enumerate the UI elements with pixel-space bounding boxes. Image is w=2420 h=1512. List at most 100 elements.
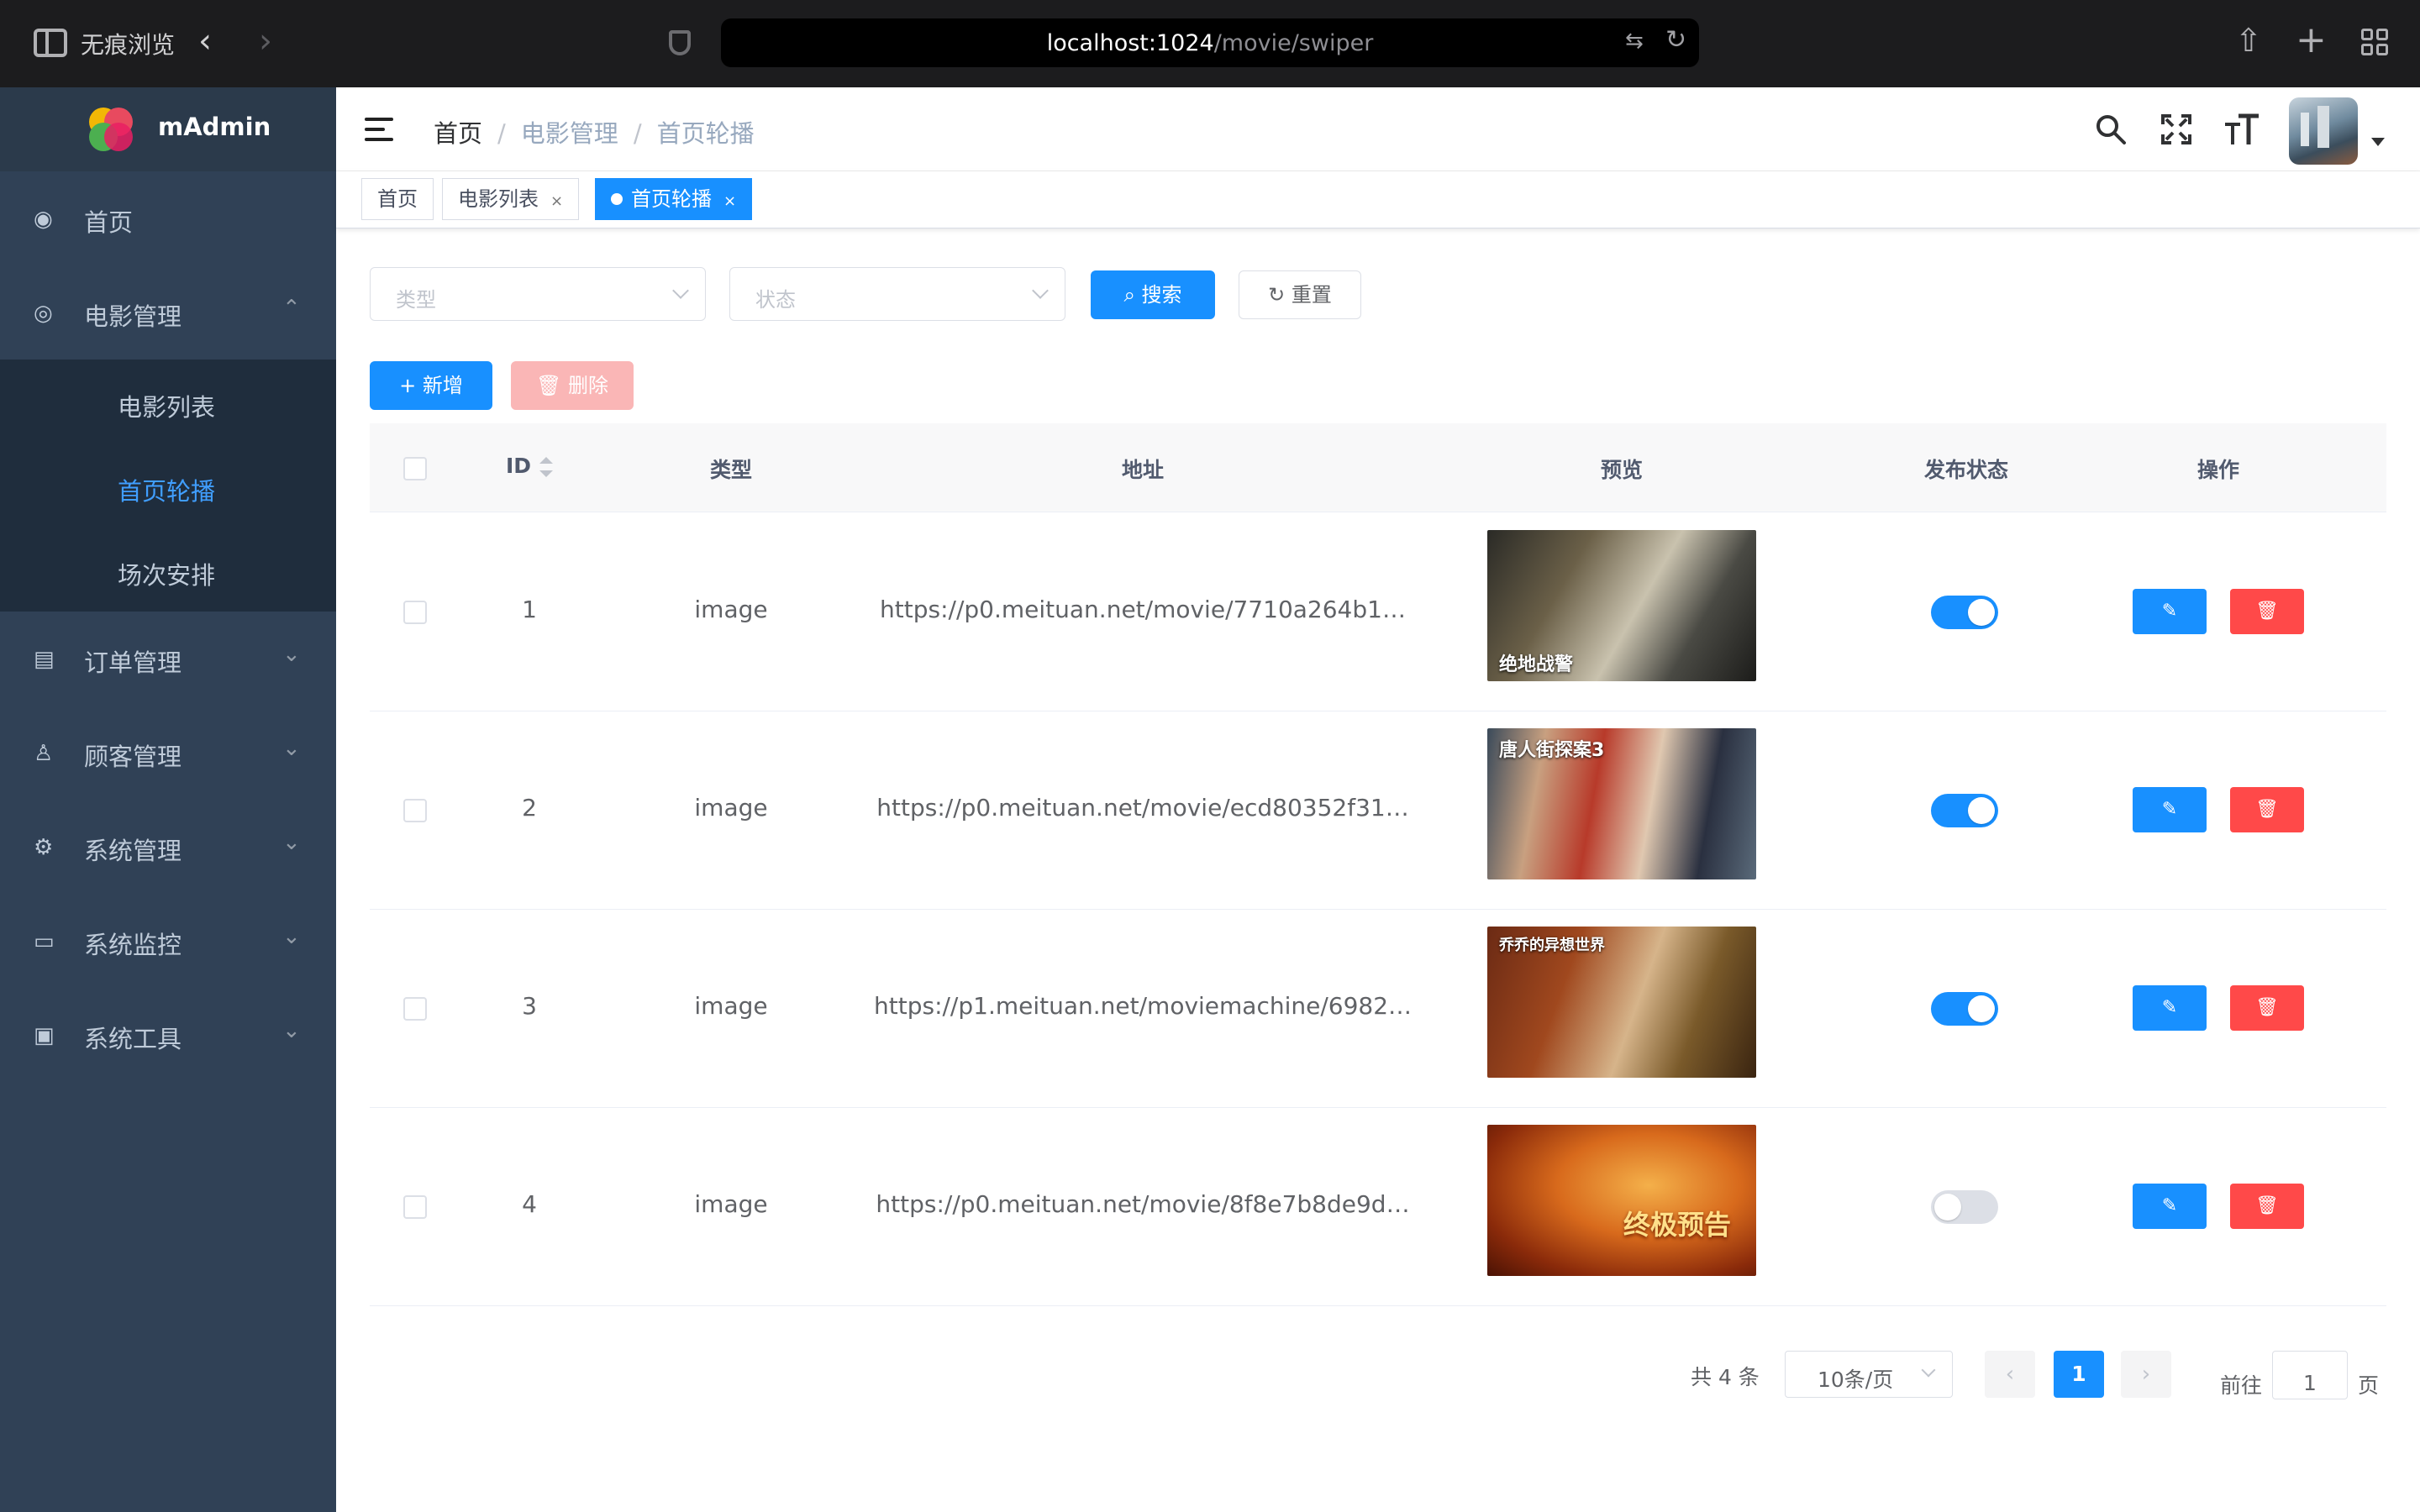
- cell-type: image: [694, 1190, 768, 1218]
- column-id[interactable]: ID: [487, 454, 571, 478]
- back-arrow-icon[interactable]: ‹: [198, 22, 212, 60]
- publish-toggle[interactable]: [1931, 992, 1998, 1026]
- sidebar-submenu-movie: 电影列表 首页轮播 场次安排: [0, 360, 336, 612]
- active-dot-icon: [611, 193, 623, 205]
- edit-icon: ✎: [2161, 997, 2178, 1018]
- preview-image[interactable]: 乔乔的异想世界: [1487, 927, 1756, 1078]
- column-actions: 操作: [2196, 458, 2239, 482]
- hamburger-icon[interactable]: [365, 118, 393, 141]
- shield-icon[interactable]: [669, 30, 691, 55]
- column-status: 发布状态: [1923, 458, 2008, 482]
- sidebar-item-movie-management[interactable]: ◎ 电影管理 ⌃: [0, 265, 336, 360]
- private-browsing-label: 无痕浏览: [81, 31, 176, 59]
- translate-icon[interactable]: ⇆: [1625, 29, 1644, 54]
- status-select[interactable]: 状态: [729, 267, 1065, 321]
- browser-toolbar: 无痕浏览 ‹ › localhost:1024/movie/swiper ⇆ ↻…: [0, 0, 2420, 87]
- tag-movie-list[interactable]: 电影列表 ×: [442, 178, 580, 220]
- url-host: localhost:1024: [1046, 30, 1214, 56]
- breadcrumb-item[interactable]: 电影管理: [521, 119, 618, 148]
- sidebar-item-orders[interactable]: ▤ 订单管理 ⌄: [0, 612, 336, 706]
- delete-row-button[interactable]: 🗑: [2230, 787, 2304, 832]
- sidebar-item-tools[interactable]: ▣ 系统工具 ⌄: [0, 988, 336, 1082]
- publish-toggle[interactable]: [1931, 1190, 1998, 1224]
- chevron-down-icon: ⌄: [282, 830, 301, 855]
- search-button[interactable]: ⌕ 搜索: [1091, 270, 1215, 319]
- monitor-icon: ▭: [34, 929, 55, 954]
- preview-image[interactable]: 绝地战警: [1487, 530, 1756, 681]
- cell-type: image: [694, 794, 768, 822]
- browser-sidebar-icon[interactable]: [34, 29, 67, 57]
- delete-row-button[interactable]: 🗑: [2230, 985, 2304, 1031]
- delete-row-button[interactable]: 🗑: [2230, 589, 2304, 634]
- cell-url: https://p1.meituan.net/moviemachine/6982…: [874, 992, 1413, 1020]
- publish-toggle[interactable]: [1931, 596, 1998, 629]
- cell-url: https://p0.meituan.net/movie/7710a264b1…: [880, 596, 1406, 623]
- close-icon[interactable]: ×: [550, 192, 563, 210]
- tag-home-swiper[interactable]: 首页轮播 ×: [595, 178, 753, 220]
- tags-view: 首页 电影列表 × 首页轮播 ×: [336, 171, 2420, 228]
- avatar[interactable]: [2289, 97, 2358, 165]
- chevron-right-icon: ›: [2141, 1362, 2151, 1387]
- app-title: mAdmin: [158, 113, 271, 141]
- font-size-icon[interactable]: [2223, 113, 2260, 146]
- order-icon: ▤: [34, 647, 55, 672]
- sort-icon[interactable]: [539, 457, 554, 477]
- sidebar-item-schedule[interactable]: 场次安排: [0, 528, 336, 612]
- goto-page-input[interactable]: 1: [2272, 1351, 2348, 1399]
- breadcrumb-item[interactable]: 首页: [434, 119, 482, 148]
- new-tab-icon[interactable]: +: [2296, 18, 2327, 61]
- prev-page-button[interactable]: ‹: [1985, 1351, 2035, 1398]
- sidebar-item-system[interactable]: ⚙ 系统管理 ⌄: [0, 800, 336, 894]
- address-bar[interactable]: localhost:1024/movie/swiper: [721, 18, 1699, 67]
- delete-button[interactable]: 🗑 删除: [511, 361, 634, 410]
- cell-id: 4: [522, 1190, 537, 1218]
- edit-button[interactable]: ✎: [2133, 985, 2207, 1031]
- page-number-current[interactable]: 1: [2054, 1351, 2104, 1398]
- sidebar-item-home-swiper[interactable]: 首页轮播: [0, 444, 336, 528]
- tag-home[interactable]: 首页: [361, 178, 434, 220]
- chevron-left-icon: ‹: [2005, 1362, 2015, 1387]
- sidebar-item-customers[interactable]: ♙ 顾客管理 ⌄: [0, 706, 336, 800]
- sidebar-item-home[interactable]: ◉ 首页: [0, 171, 336, 265]
- preview-image[interactable]: 唐人街探案3: [1487, 728, 1756, 879]
- row-checkbox[interactable]: [403, 601, 427, 624]
- table-row: 4 image https://p0.meituan.net/movie/8f8…: [370, 1108, 2386, 1306]
- add-button[interactable]: + 新增: [370, 361, 492, 410]
- page-size-value: 10条/页: [1818, 1368, 1894, 1392]
- close-icon[interactable]: ×: [723, 192, 736, 210]
- row-checkbox[interactable]: [403, 997, 427, 1021]
- trash-icon: 🗑: [2255, 997, 2279, 1018]
- search-icon[interactable]: [2094, 113, 2128, 146]
- fullscreen-icon[interactable]: [2160, 113, 2193, 146]
- sidebar-brand[interactable]: mAdmin: [0, 87, 336, 171]
- share-icon[interactable]: ⇧: [2235, 22, 2262, 59]
- reload-icon[interactable]: ↻: [1665, 25, 1686, 55]
- type-select[interactable]: 类型: [370, 267, 706, 321]
- sidebar-item-label: 电影列表: [118, 393, 216, 422]
- edit-button[interactable]: ✎: [2133, 787, 2207, 832]
- page-size-select[interactable]: 10条/页: [1785, 1351, 1953, 1398]
- sidebar-item-monitor[interactable]: ▭ 系统监控 ⌄: [0, 894, 336, 988]
- edit-button[interactable]: ✎: [2133, 589, 2207, 634]
- tab-overview-icon[interactable]: [2361, 29, 2388, 55]
- caret-down-icon[interactable]: [2371, 138, 2385, 146]
- column-type: 类型: [709, 458, 752, 482]
- next-page-button[interactable]: ›: [2121, 1351, 2171, 1398]
- reset-button[interactable]: ↻ 重置: [1239, 270, 1361, 319]
- chevron-down-icon: [672, 282, 689, 299]
- forward-arrow-icon[interactable]: ›: [259, 22, 272, 60]
- table-header: ID 类型 地址 预览 发布状态 操作: [370, 423, 2386, 512]
- preview-image[interactable]: 终极预告: [1487, 1125, 1756, 1276]
- sidebar-item-movie-list[interactable]: 电影列表: [0, 360, 336, 444]
- cell-id: 2: [522, 794, 537, 822]
- select-all-checkbox[interactable]: [403, 457, 427, 480]
- edit-button[interactable]: ✎: [2133, 1184, 2207, 1229]
- type-select-placeholder: 类型: [396, 288, 436, 312]
- delete-row-button[interactable]: 🗑: [2230, 1184, 2304, 1229]
- tag-label: 首页轮播: [631, 187, 712, 211]
- row-checkbox[interactable]: [403, 1195, 427, 1219]
- row-checkbox[interactable]: [403, 799, 427, 822]
- preview-caption: 唐人街探案3: [1499, 740, 1605, 761]
- publish-toggle[interactable]: [1931, 794, 1998, 827]
- edit-icon: ✎: [2161, 1195, 2178, 1216]
